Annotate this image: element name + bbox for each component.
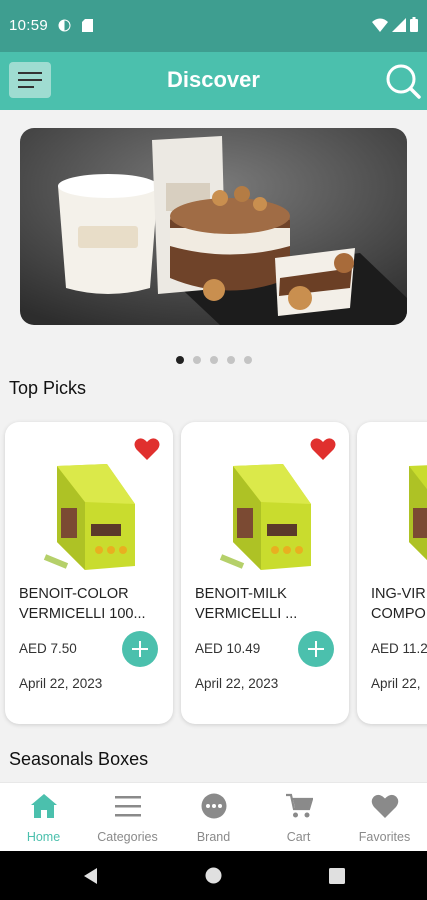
- product-name: BENOIT-COLOR VERMICELLI 100...: [19, 586, 146, 622]
- nav-label: Home: [26, 830, 61, 844]
- status-bar: 10:59: [0, 0, 427, 52]
- discover-content[interactable]: Top Picks BENOIT-COLOR VERMICELLI 100...…: [0, 110, 427, 782]
- carousel-dot[interactable]: [226, 356, 235, 364]
- recents-icon[interactable]: [329, 868, 345, 884]
- chat-bubble-icon: [201, 793, 227, 819]
- nav-item-cart[interactable]: Cart: [256, 783, 341, 852]
- product-price: AED 10.49: [195, 641, 261, 656]
- top-picks-list[interactable]: BENOIT-COLOR VERMICELLI 100... AED 7.50 …: [5, 422, 427, 726]
- top-picks-heading: Top Picks: [9, 378, 87, 398]
- page-title: Discover: [167, 67, 260, 92]
- promo-banner[interactable]: [20, 128, 407, 325]
- carousel-indicator: [0, 356, 427, 364]
- banner-image: [20, 128, 407, 325]
- product-card[interactable]: ING-VIR COMPO AED 11.2 April 22,: [357, 422, 427, 724]
- heart-icon[interactable]: [310, 437, 336, 461]
- product-date: April 22,: [371, 676, 421, 691]
- bottom-navigation: Home Categories Brand Cart Favorites: [0, 782, 427, 851]
- home-circle-icon[interactable]: [205, 867, 222, 884]
- status-time: 10:59: [9, 17, 49, 34]
- product-date: April 22, 2023: [19, 676, 103, 691]
- battery-icon: [410, 17, 418, 32]
- carousel-dot[interactable]: [175, 356, 184, 364]
- product-date: April 22, 2023: [195, 676, 279, 691]
- product-name: BENOIT-MILK VERMICELLI ...: [195, 586, 298, 622]
- heart-icon: [371, 794, 399, 818]
- signal-icon: [392, 18, 406, 32]
- carousel-dot[interactable]: [192, 356, 201, 364]
- sim-card-icon: [82, 19, 93, 32]
- shield-icon: [58, 19, 71, 32]
- nav-item-brand[interactable]: Brand: [171, 783, 256, 852]
- add-to-cart-button[interactable]: [122, 631, 158, 667]
- wifi-icon: [372, 18, 388, 32]
- search-icon[interactable]: [384, 62, 422, 100]
- product-image: [219, 464, 311, 570]
- product-image: [409, 465, 427, 560]
- product-name: ING-VIR COMPO: [371, 586, 426, 622]
- carousel-dot[interactable]: [243, 356, 252, 364]
- heart-icon[interactable]: [134, 437, 160, 461]
- nav-item-home[interactable]: Home: [1, 783, 86, 852]
- nav-label: Favorites: [358, 830, 411, 844]
- product-price: AED 11.2: [371, 641, 427, 656]
- nav-label: Brand: [196, 830, 231, 844]
- product-price: AED 7.50: [19, 641, 77, 656]
- nav-item-favorites[interactable]: Favorites: [342, 783, 427, 852]
- nav-label: Cart: [286, 830, 311, 844]
- nav-label: Categories: [97, 830, 158, 844]
- list-icon: [115, 796, 141, 817]
- carousel-dot[interactable]: [209, 356, 218, 364]
- product-image: [43, 464, 135, 570]
- product-card[interactable]: BENOIT-MILK VERMICELLI ... AED 10.49 Apr…: [181, 422, 349, 724]
- product-card[interactable]: BENOIT-COLOR VERMICELLI 100... AED 7.50 …: [5, 422, 173, 724]
- add-to-cart-button[interactable]: [298, 631, 334, 667]
- nav-item-categories[interactable]: Categories: [85, 783, 170, 852]
- back-icon[interactable]: [83, 867, 99, 885]
- home-icon: [31, 794, 57, 818]
- cart-icon: [286, 793, 313, 818]
- seasonal-boxes-heading: Seasonals Boxes: [9, 749, 149, 769]
- app-bar: Discover: [0, 52, 427, 110]
- system-navigation-bar: [0, 851, 427, 900]
